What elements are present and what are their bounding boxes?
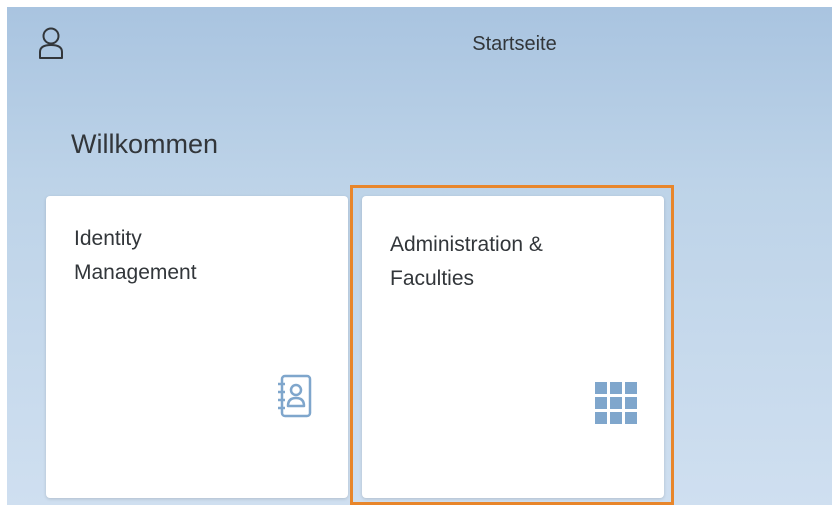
tile-title-line: Faculties bbox=[390, 267, 475, 290]
user-menu-button[interactable] bbox=[37, 25, 65, 61]
tile-administration-faculties[interactable]: Administration & Faculties bbox=[362, 196, 664, 498]
tile-title-line: Identity bbox=[74, 227, 142, 250]
tile-title: Identity Management bbox=[74, 222, 324, 290]
group-title-welcome: Willkommen bbox=[71, 129, 219, 159]
address-book-icon bbox=[275, 374, 313, 418]
user-icon bbox=[39, 27, 63, 59]
tile-title-line: Administration & bbox=[390, 233, 543, 256]
tile-title: Administration & Faculties bbox=[390, 228, 640, 296]
page-title: Startseite bbox=[472, 33, 557, 55]
grid-icon bbox=[595, 382, 639, 426]
launchpad-shell: Startseite Willkommen Identity Managemen… bbox=[7, 7, 832, 505]
tile-title-line: Management bbox=[74, 261, 197, 284]
tile-identity-management[interactable]: Identity Management bbox=[46, 196, 348, 498]
shell-header: Startseite bbox=[7, 7, 832, 82]
